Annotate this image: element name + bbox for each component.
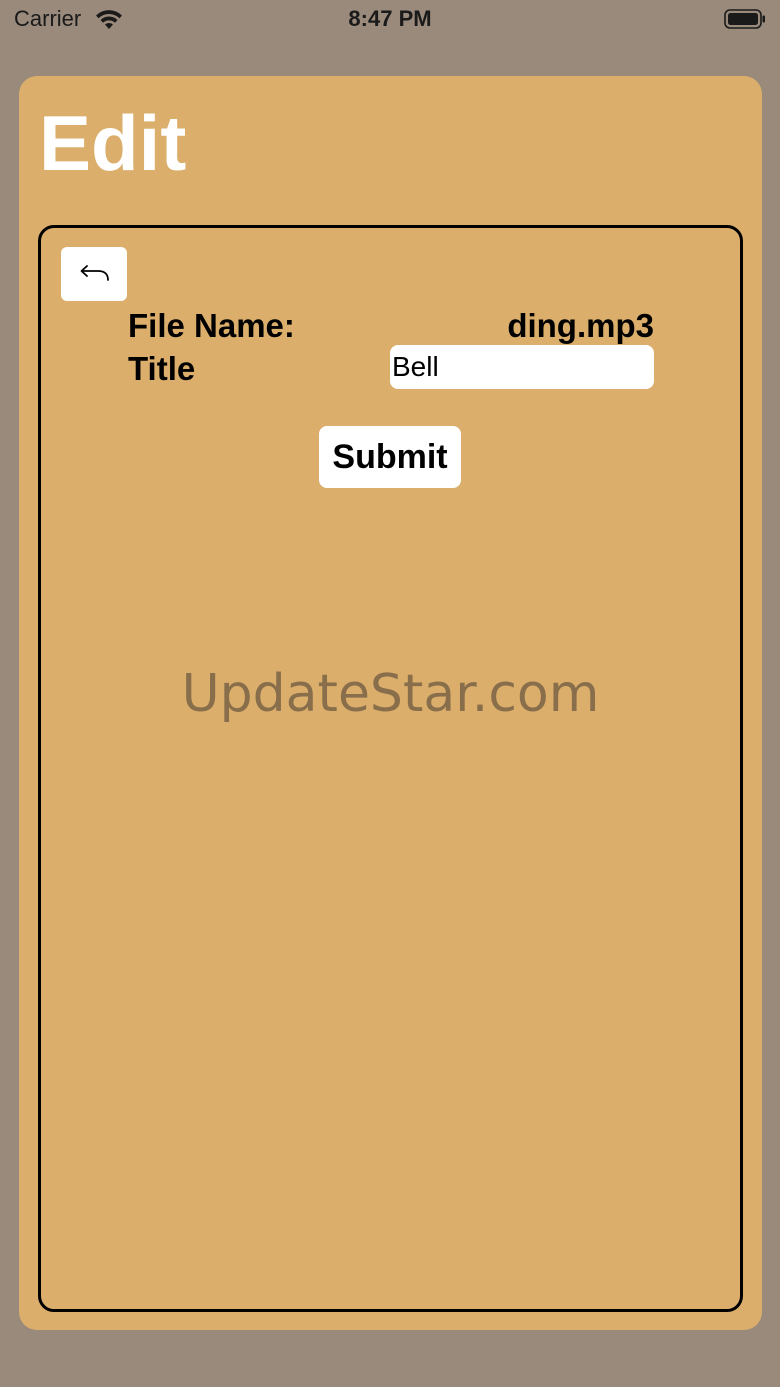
back-arrow-icon: [80, 265, 109, 281]
submit-button[interactable]: Submit: [319, 426, 461, 488]
page-title: Edit: [39, 99, 187, 187]
title-label: Title: [128, 350, 196, 387]
title-input[interactable]: [390, 345, 654, 389]
edit-card: Edit File Name: ding.mp3 Title Submit Up…: [19, 76, 762, 1330]
watermark-text: UpdateStar.com: [181, 664, 600, 724]
edit-form-panel: File Name: ding.mp3 Title Submit UpdateS…: [38, 225, 743, 1312]
status-bar: Carrier 8:47 PM: [0, 0, 780, 40]
back-button[interactable]: [61, 247, 127, 301]
status-time: 8:47 PM: [348, 6, 432, 31]
file-name-value: ding.mp3: [507, 307, 654, 344]
file-name-label: File Name:: [128, 307, 295, 344]
battery-icon: [724, 9, 765, 29]
